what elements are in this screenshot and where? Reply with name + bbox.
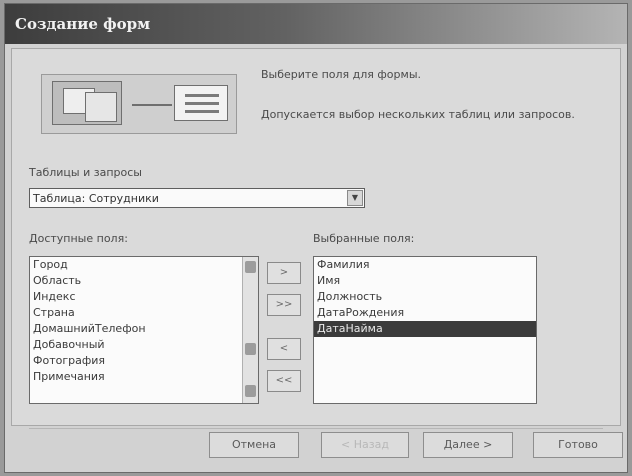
list-item[interactable]: Должность — [314, 289, 536, 305]
available-fields-list[interactable]: Город Область Индекс Страна ДомашнийТеле… — [29, 256, 259, 404]
list-item[interactable]: ДатаРождения — [314, 305, 536, 321]
available-scrollbar[interactable] — [242, 257, 258, 403]
footer-divider — [29, 428, 603, 429]
list-item[interactable]: Страна — [30, 305, 258, 321]
list-item[interactable]: Примечания — [30, 369, 258, 385]
list-item[interactable]: Имя — [314, 273, 536, 289]
finish-button[interactable]: Готово — [533, 432, 623, 458]
source-combobox[interactable]: Таблица: Сотрудники ▼ — [29, 188, 365, 208]
title-bar: Создание форм — [5, 4, 627, 44]
list-item[interactable]: Город — [30, 257, 258, 273]
source-value: Таблица: Сотрудники — [33, 192, 159, 205]
list-item[interactable]: Фамилия — [314, 257, 536, 273]
scroll-thumb[interactable] — [245, 343, 256, 355]
list-item[interactable]: Фотография — [30, 353, 258, 369]
list-item[interactable]: ДомашнийТелефон — [30, 321, 258, 337]
chevron-down-icon[interactable]: ▼ — [347, 190, 363, 206]
list-item[interactable]: Область — [30, 273, 258, 289]
hint-text: Допускается выбор нескольких таблиц или … — [261, 108, 575, 121]
form-wizard-dialog: Создание форм Выберите поля для формы. Д… — [4, 3, 628, 473]
next-button[interactable]: Далее > — [423, 432, 513, 458]
scroll-up-icon[interactable] — [245, 261, 256, 273]
remove-field-button[interactable]: < — [267, 338, 301, 360]
remove-all-fields-button[interactable]: << — [267, 370, 301, 392]
back-button[interactable]: < Назад — [321, 432, 409, 458]
scroll-down-icon[interactable] — [245, 385, 256, 397]
add-field-button[interactable]: > — [267, 262, 301, 284]
list-item[interactable]: Добавочный — [30, 337, 258, 353]
source-label: Таблицы и запросы — [29, 166, 142, 179]
list-item[interactable]: Индекс — [30, 289, 258, 305]
selected-fields-list[interactable]: Фамилия Имя Должность ДатаРождения ДатаН… — [313, 256, 537, 404]
selected-fields-label: Выбранные поля: — [313, 232, 415, 245]
add-all-fields-button[interactable]: >> — [267, 294, 301, 316]
available-fields-label: Доступные поля: — [29, 232, 128, 245]
cancel-button[interactable]: Отмена — [209, 432, 299, 458]
form-wizard-icon — [41, 74, 237, 134]
list-item-selected[interactable]: ДатаНайма — [314, 321, 536, 337]
prompt-text: Выберите поля для формы. — [261, 68, 421, 81]
